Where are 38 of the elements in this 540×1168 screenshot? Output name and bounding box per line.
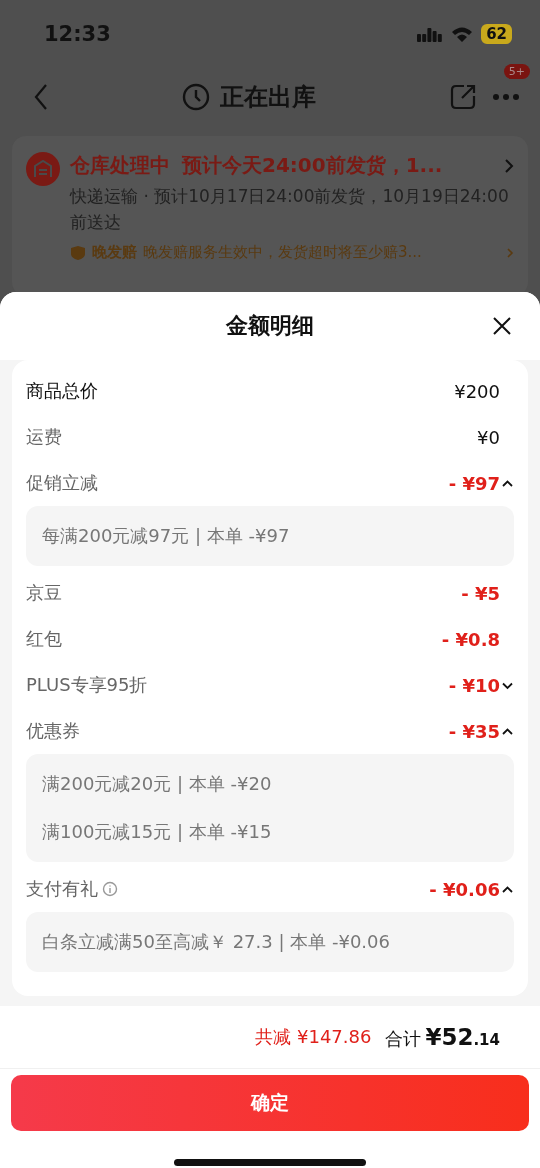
detail-line: 每满200元减97元 | 本单 -¥97: [42, 524, 291, 548]
status-time: 12:33: [44, 22, 111, 46]
row-label: 支付有礼: [26, 877, 118, 901]
row-label: 红包: [26, 627, 62, 651]
chevron-right-icon[interactable]: [504, 157, 514, 174]
row-amount: ¥200: [454, 380, 501, 402]
row-label: 促销立减: [26, 471, 98, 495]
confirm-button[interactable]: 确定: [11, 1075, 529, 1131]
row-label: PLUS专享95折: [26, 673, 148, 697]
guarantee-text: 晚发赔服务生效中，发货超时将至少赔3...: [143, 243, 423, 262]
guarantee-tag: 晚发赔: [92, 243, 137, 262]
row-amount: - ¥0.06: [429, 878, 500, 900]
row-amount: - ¥0.8: [441, 628, 501, 650]
warehouse-icon: [26, 152, 60, 186]
notification-badge: 5+: [503, 64, 530, 79]
row-amount: - ¥5: [461, 582, 501, 604]
detail-line: 满100元减15元 | 本单 -¥15: [42, 820, 273, 844]
sheet-title: 金额明细: [226, 312, 314, 340]
clock-icon: [182, 83, 210, 111]
total-saved: 共减 ¥147.86: [255, 1025, 372, 1049]
status-title: 仓库处理中: [70, 152, 170, 179]
detail-line: 满200元减20元 | 本单 -¥20: [42, 772, 273, 796]
battery-level: 62: [481, 24, 512, 44]
row-label: 优惠券: [26, 719, 80, 743]
row-label: 运费: [26, 425, 62, 449]
grand-total: 合计 ¥52.14: [385, 1023, 500, 1051]
page-title: 正在出库: [220, 82, 316, 113]
shield-icon: [70, 244, 86, 261]
row-amount: ¥0: [477, 426, 501, 448]
wifi-icon: [451, 26, 474, 42]
row-label: 京豆: [26, 581, 62, 605]
row-amount: - ¥10: [448, 674, 500, 696]
row-label: 商品总价: [26, 379, 98, 403]
row-amount: - ¥35: [448, 720, 500, 742]
status-headline: 预计今天24:00前发货，1...: [182, 152, 443, 179]
detail-line: 白条立减满50至高减￥ 27.3 | 本单 -¥0.06: [42, 930, 391, 954]
row-amount: - ¥97: [448, 472, 500, 494]
signal-icon: [417, 26, 444, 42]
